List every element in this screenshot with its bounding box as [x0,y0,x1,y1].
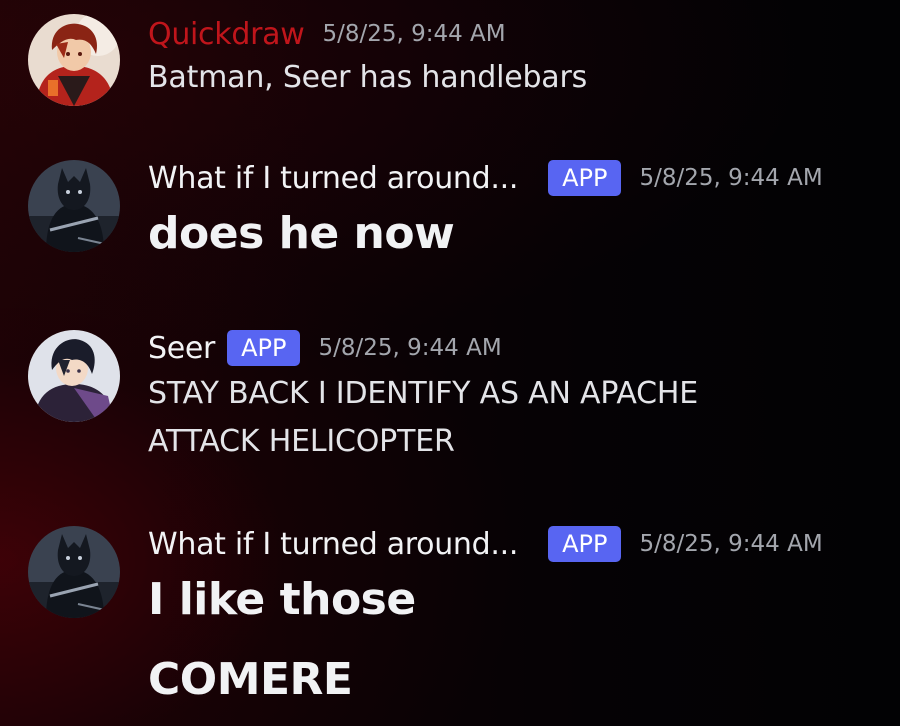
message-text: does he now [148,208,455,259]
username[interactable]: What if I turned around... [148,161,518,196]
username[interactable]: What if I turned around... [148,527,518,562]
username[interactable]: Seer [148,331,215,366]
timestamp[interactable]: 5/8/25, 9:44 AM [639,531,822,557]
timestamp[interactable]: 5/8/25, 9:44 AM [322,21,505,47]
dark-knight-avatar[interactable] [28,160,120,252]
message-text: STAY BACK I IDENTIFY AS AN APACHE [148,376,698,411]
message-text: I like those [148,574,416,625]
message-header: Quickdraw 5/8/25, 9:44 AM [148,14,506,54]
username[interactable]: Quickdraw [148,17,305,52]
anime-boy-red-jacket-avatar[interactable] [28,14,120,106]
timestamp[interactable]: 5/8/25, 9:44 AM [318,335,501,361]
message-header: What if I turned around... APP 5/8/25, 9… [148,524,823,564]
app-badge: APP [548,526,622,562]
timestamp[interactable]: 5/8/25, 9:44 AM [639,165,822,191]
dark-knight-avatar[interactable] [28,526,120,618]
message-header: Seer APP 5/8/25, 9:44 AM [148,328,502,368]
message-text: COMERE [148,654,353,705]
app-badge: APP [227,330,301,366]
message-header: What if I turned around... APP 5/8/25, 9… [148,158,823,198]
message-text: ATTACK HELICOPTER [148,424,455,459]
message-feed: Quickdraw 5/8/25, 9:44 AM Batman, Seer h… [0,0,900,726]
app-badge: APP [548,160,622,196]
anime-boy-dark-hair-avatar[interactable] [28,330,120,422]
message-text: Batman, Seer has handlebars [148,60,588,95]
